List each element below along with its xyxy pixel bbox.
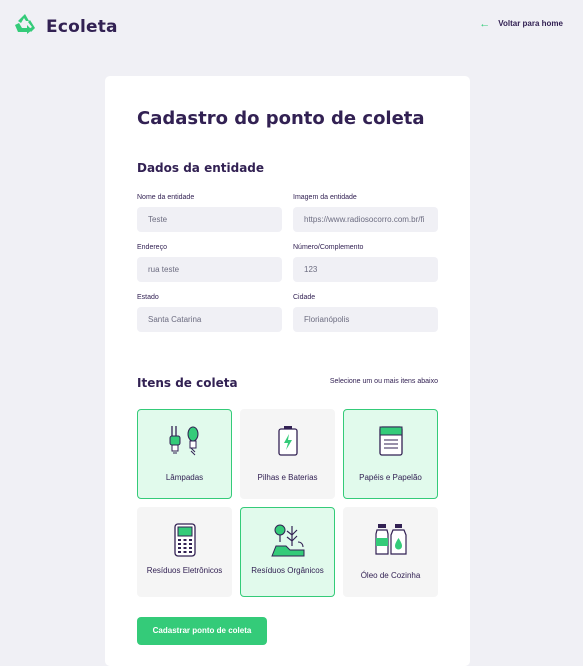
logo: Ecoleta — [12, 12, 118, 41]
submit-button[interactable]: Cadastrar ponto de coleta — [137, 617, 267, 645]
state-select[interactable]: Santa Catarina — [137, 307, 282, 332]
back-to-home-link[interactable]: ← Voltar para home — [479, 17, 563, 30]
item-label: Óleo de Cozinha — [360, 571, 421, 580]
registration-form: Cadastro do ponto de coleta Dados da ent… — [105, 76, 470, 666]
item-label: Lâmpadas — [165, 473, 204, 482]
item-lampadas[interactable]: Lâmpadas — [137, 409, 232, 499]
state-label: Estado — [137, 294, 159, 301]
page-title: Cadastro do ponto de coleta — [137, 108, 425, 129]
item-papeis-papelao[interactable]: Papéis e Papelão — [343, 409, 438, 499]
number-field[interactable]: 123 — [293, 257, 438, 282]
organic-icon — [270, 522, 306, 563]
electronics-icon — [173, 522, 197, 563]
battery-icon — [276, 424, 300, 463]
image-url-field[interactable]: https://www.radiosocorro.com.br/fi — [293, 207, 438, 232]
oil-icon — [374, 522, 408, 561]
item-oleo-cozinha[interactable]: Óleo de Cozinha — [343, 507, 438, 597]
name-field[interactable]: Teste — [137, 207, 282, 232]
number-label: Número/Complemento — [293, 244, 364, 251]
back-link-label: Voltar para home — [498, 19, 563, 28]
entity-section-title: Dados da entidade — [137, 161, 265, 175]
item-pilhas-baterias[interactable]: Pilhas e Baterias — [240, 409, 335, 499]
items-section-title: Itens de coleta — [137, 376, 238, 390]
image-label: Imagem da entidade — [293, 194, 357, 201]
items-hint: Selecione um ou mais itens abaixo — [329, 378, 438, 385]
city-select[interactable]: Florianópolis — [293, 307, 438, 332]
address-label: Endereço — [137, 244, 167, 251]
item-label: Pilhas e Baterias — [257, 473, 318, 482]
app-name: Ecoleta — [46, 16, 118, 37]
item-residuos-organicos[interactable]: Resíduos Orgânicos — [240, 507, 335, 597]
top-bar: Ecoleta ← Voltar para home — [0, 0, 583, 52]
arrow-left-icon: ← — [479, 17, 491, 30]
item-label: Papéis e Papelão — [359, 473, 422, 482]
item-label: Resíduos Eletrônicos — [146, 566, 223, 575]
name-label: Nome da entidade — [137, 194, 195, 201]
address-field[interactable]: rua teste — [137, 257, 282, 282]
recycle-icon — [12, 12, 38, 41]
city-label: Cidade — [293, 294, 316, 301]
lamp-icon — [167, 424, 203, 463]
item-label: Resíduos Orgânicos — [251, 566, 324, 575]
item-residuos-eletronicos[interactable]: Resíduos Eletrônicos — [137, 507, 232, 597]
paper-icon — [378, 425, 404, 462]
